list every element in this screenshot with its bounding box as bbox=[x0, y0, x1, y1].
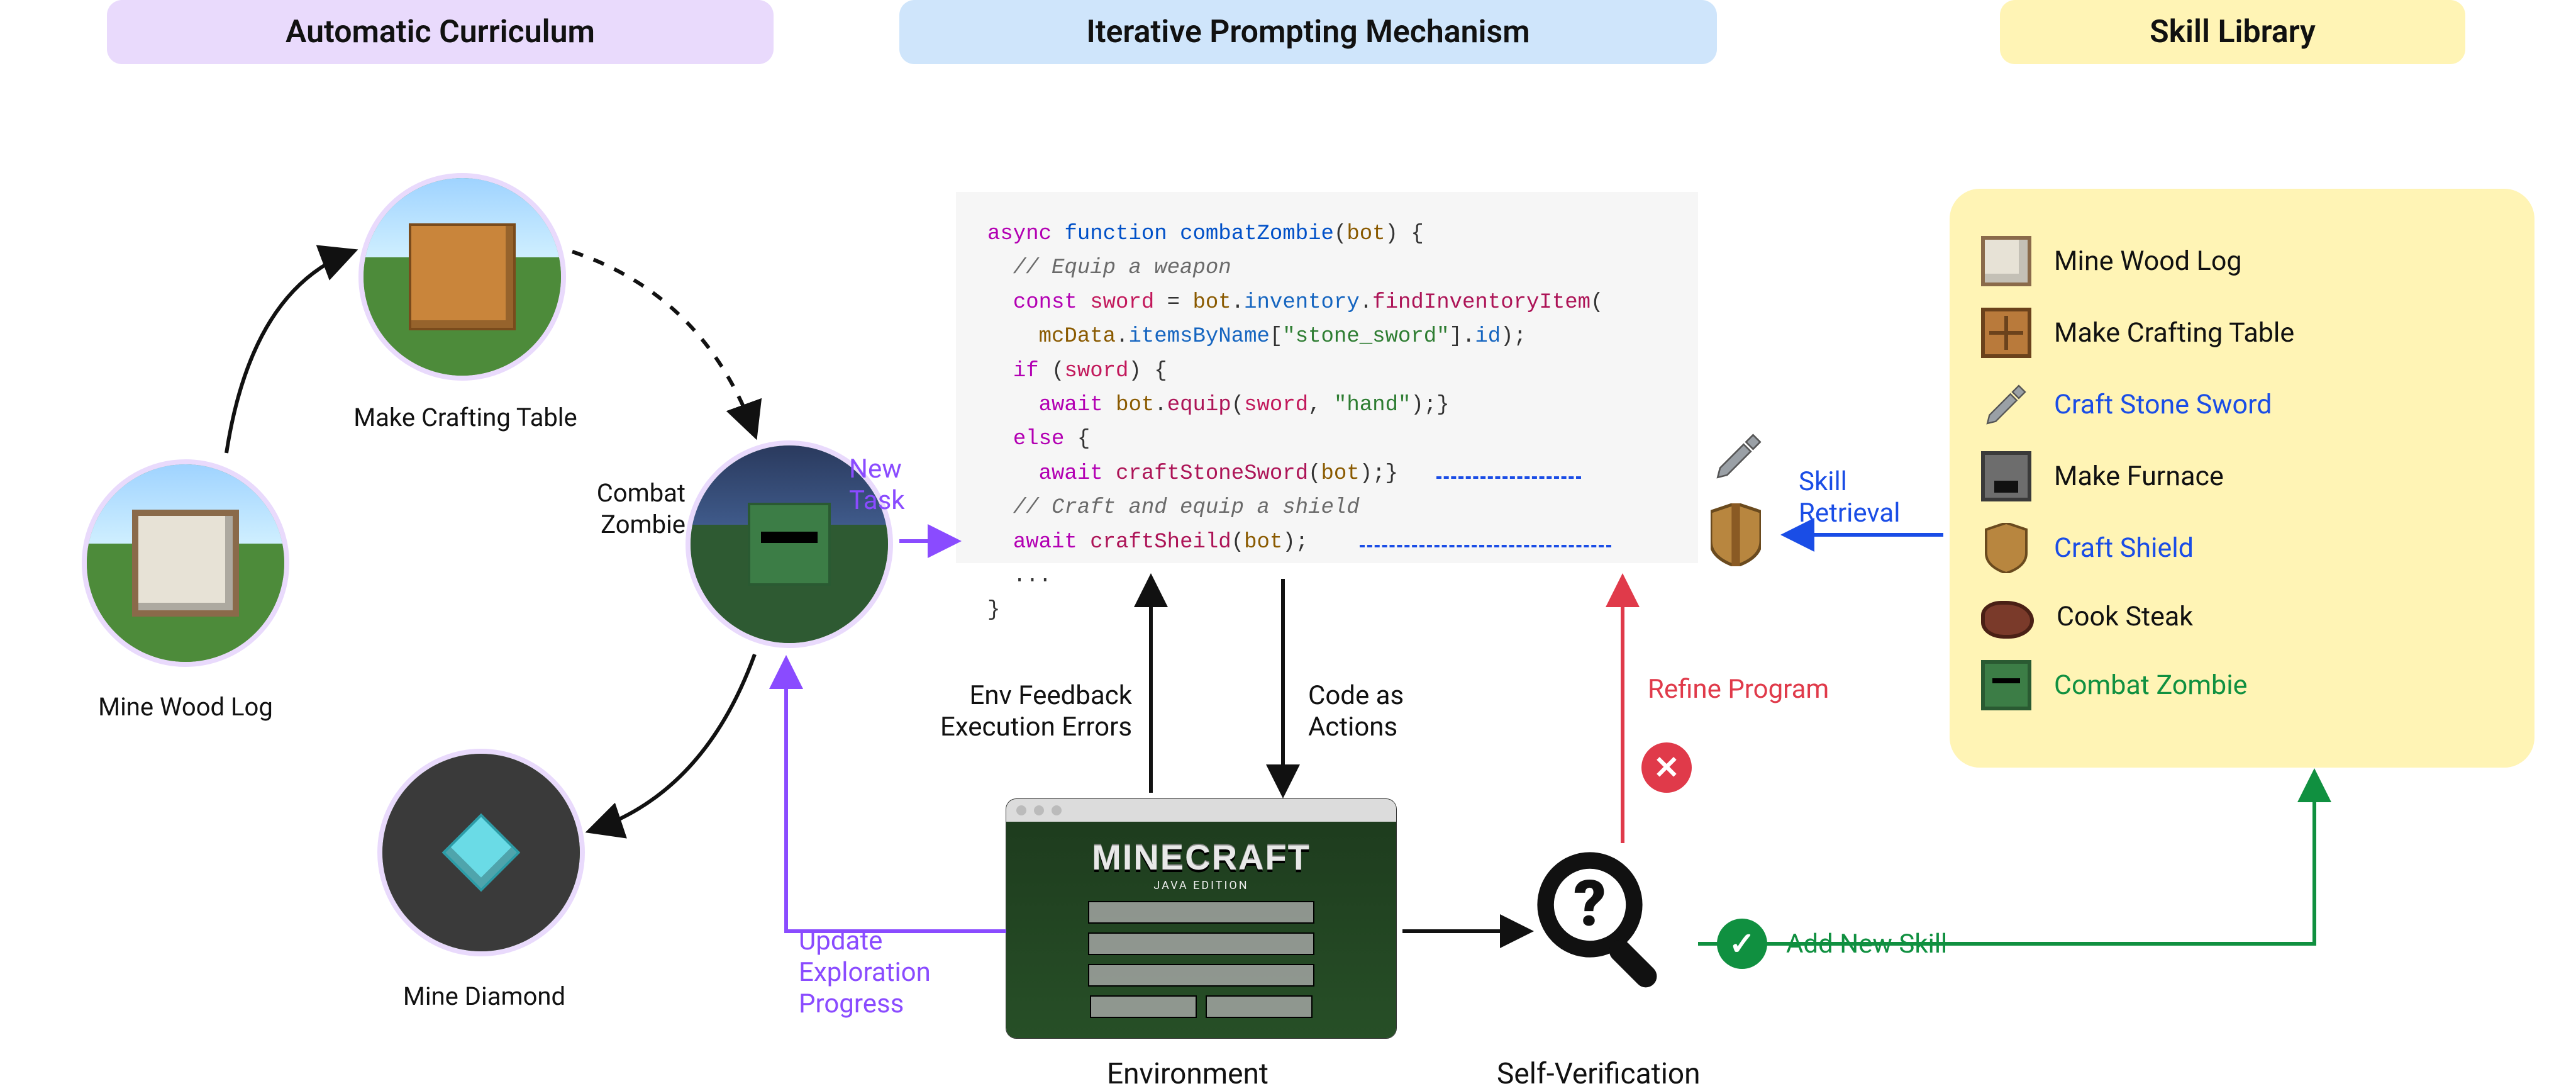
node-make-crafting-table bbox=[358, 173, 566, 381]
skill-library-panel: Mine Wood Log Make Crafting Table Craft … bbox=[1950, 189, 2534, 768]
zombie-icon bbox=[1981, 660, 2031, 710]
label-make-crafting-table: Make Crafting Table bbox=[314, 403, 616, 432]
node-mine-diamond bbox=[377, 749, 585, 956]
label-env-feedback-1: Env Feedback bbox=[899, 680, 1132, 713]
environment-window: MINECRAFT JAVA EDITION bbox=[1006, 799, 1396, 1038]
node-mine-wood-log bbox=[82, 459, 289, 667]
skill-mine-wood-log: Mine Wood Log bbox=[1981, 236, 2503, 286]
label-mine-diamond: Mine Diamond bbox=[352, 982, 616, 1011]
status-fail-icon: ✕ bbox=[1641, 742, 1692, 793]
label-update-1: Update bbox=[799, 925, 882, 958]
label-code-actions-1: Code as bbox=[1308, 680, 1404, 713]
label-refine-program: Refine Program bbox=[1648, 673, 1829, 707]
furnace-icon bbox=[1981, 451, 2031, 501]
header-iterative-prompting: Iterative Prompting Mechanism bbox=[899, 0, 1717, 64]
shield-icon-small bbox=[1981, 523, 2031, 573]
label-code-actions-2: Actions bbox=[1308, 711, 1397, 744]
crafting-table-icon bbox=[1981, 308, 2031, 358]
svg-text:?: ? bbox=[1574, 866, 1606, 941]
label-skill-retrieval-1: Skill bbox=[1799, 466, 1847, 499]
skill-cook-steak: Cook Steak bbox=[1981, 595, 2503, 639]
header-automatic-curriculum: Automatic Curriculum bbox=[107, 0, 774, 64]
magnifier-icon: ? bbox=[1535, 849, 1673, 988]
code-block: async function combatZombie(bot) { // Eq… bbox=[956, 192, 1698, 563]
sword-icon bbox=[1711, 428, 1767, 484]
skill-make-crafting-table: Make Crafting Table bbox=[1981, 308, 2503, 358]
label-new-task-2: Task bbox=[849, 484, 905, 518]
label-environment: Environment bbox=[1107, 1057, 1269, 1091]
shield-icon bbox=[1711, 503, 1761, 566]
birch-log-icon bbox=[1981, 236, 2031, 286]
label-env-feedback-2: Execution Errors bbox=[899, 711, 1132, 744]
label-self-verification: Self-Verification bbox=[1497, 1057, 1701, 1091]
label-add-new-skill: Add New Skill bbox=[1786, 928, 1947, 961]
skill-craft-shield: Craft Shield bbox=[1981, 523, 2503, 573]
stone-sword-icon bbox=[1981, 379, 2031, 430]
label-update-3: Progress bbox=[799, 988, 904, 1021]
skill-make-furnace: Make Furnace bbox=[1981, 451, 2503, 501]
label-update-2: Exploration bbox=[799, 956, 931, 990]
skill-craft-stone-sword: Craft Stone Sword bbox=[1981, 379, 2503, 430]
label-combat-zombie-1: Combat bbox=[522, 478, 686, 508]
minecraft-logo: MINECRAFT bbox=[1092, 837, 1311, 878]
label-combat-zombie-2: Zombie bbox=[522, 510, 686, 539]
label-skill-retrieval-2: Retrieval bbox=[1799, 497, 1900, 530]
label-mine-wood-log: Mine Wood Log bbox=[60, 692, 311, 722]
skill-combat-zombie: Combat Zombie bbox=[1981, 660, 2503, 710]
label-new-task-1: New bbox=[849, 453, 902, 486]
steak-icon bbox=[1981, 601, 2034, 639]
header-skill-library: Skill Library bbox=[2000, 0, 2465, 64]
status-success-icon: ✓ bbox=[1717, 919, 1767, 969]
